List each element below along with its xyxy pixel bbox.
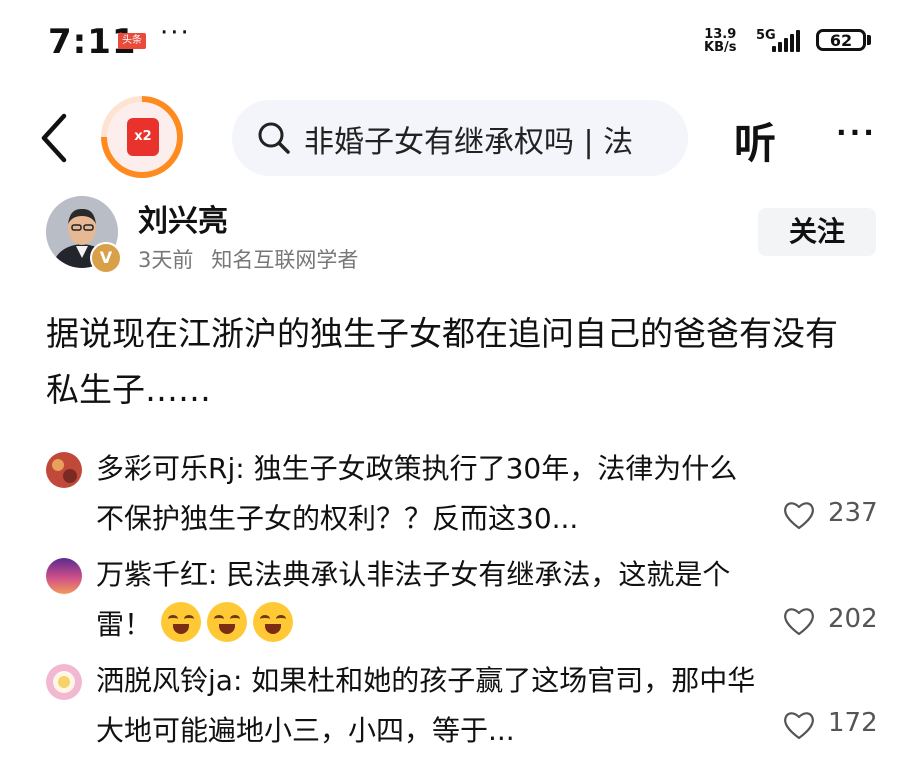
comment-like-count: 237 [828,498,878,528]
comment-separator: : [208,558,227,591]
comment-like-button[interactable]: 202 [782,602,892,642]
author-name[interactable]: 刘兴亮 [138,196,228,240]
comment-like-button[interactable]: 172 [782,706,892,746]
listen-button[interactable]: 听 [734,110,776,171]
app-notification-badge: 头条 [118,33,146,49]
laughing-crying-emoji-icon [160,602,201,642]
battery-icon: 62 [816,29,866,51]
author-title: 知名互联网学者 [211,248,359,272]
comment-username[interactable]: 多彩可乐Rj [96,452,235,485]
network-speed-unit: KB/s [704,40,737,55]
status-more-dots: ··· [160,18,191,48]
comment-like-count: 172 [828,708,878,738]
signal-strength-icon [772,30,802,52]
comment-avatar-image [46,452,82,488]
search-bar[interactable]: 非婚子女有继承权吗 | 法 [232,100,688,176]
chevron-left-icon [41,113,67,163]
comment-item: 多彩可乐Rj: 独生子女政策执行了30年，法律为什么不保护独生子女的权利？？反而… [96,444,756,544]
comment-avatar-image [46,558,82,594]
post-time: 3天前 [138,248,194,272]
comment-separator: : [232,664,252,697]
more-options-button[interactable]: ··· [836,116,877,149]
comment-avatar[interactable] [46,452,82,488]
battery-level: 62 [829,31,853,50]
heart-outline-icon [784,712,814,740]
post-text: 据说现在江浙沪的独生子女都在追问自己的爸爸有没有私生子…… [46,314,838,409]
comment-avatar[interactable] [46,664,82,700]
back-button[interactable] [34,110,74,166]
verified-badge-icon: V [90,242,122,274]
battery-tip [867,35,871,45]
comment-like-count: 202 [828,604,878,634]
comment-item: 万紫千红: 民法典承认非法子女有继承法，这就是个雷！ [96,550,756,650]
follow-button[interactable]: 关注 [758,208,876,256]
comment-avatar[interactable] [46,558,82,594]
comment-separator: : [235,452,254,485]
comment-like-button[interactable]: 237 [782,496,892,536]
comment-avatar-image [46,664,82,700]
laughing-crying-emoji-icon [206,602,247,642]
search-text-fade [628,100,688,176]
heart-outline-icon [784,502,814,530]
search-query-text: 非婚子女有继承权吗 | 法 [304,125,634,160]
red-envelope-icon: x2 [127,118,159,156]
search-icon [258,122,290,154]
laughing-crying-emoji-icon [252,602,293,642]
heart-outline-icon [784,608,814,636]
reward-button[interactable]: x2 [101,96,183,178]
comment-username[interactable]: 万紫千红 [96,558,208,591]
comment-item: 洒脱风铃ja: 如果杜和她的孩子赢了这场官司，那中华大地可能遍地小三，小四，等于… [96,656,756,756]
author-meta: 3天前 知名互联网学者 [138,244,358,274]
network-speed: 13.9 KB/s [704,28,736,54]
reward-inner: x2 [107,102,177,172]
comment-username[interactable]: 洒脱风铃ja [96,664,233,697]
